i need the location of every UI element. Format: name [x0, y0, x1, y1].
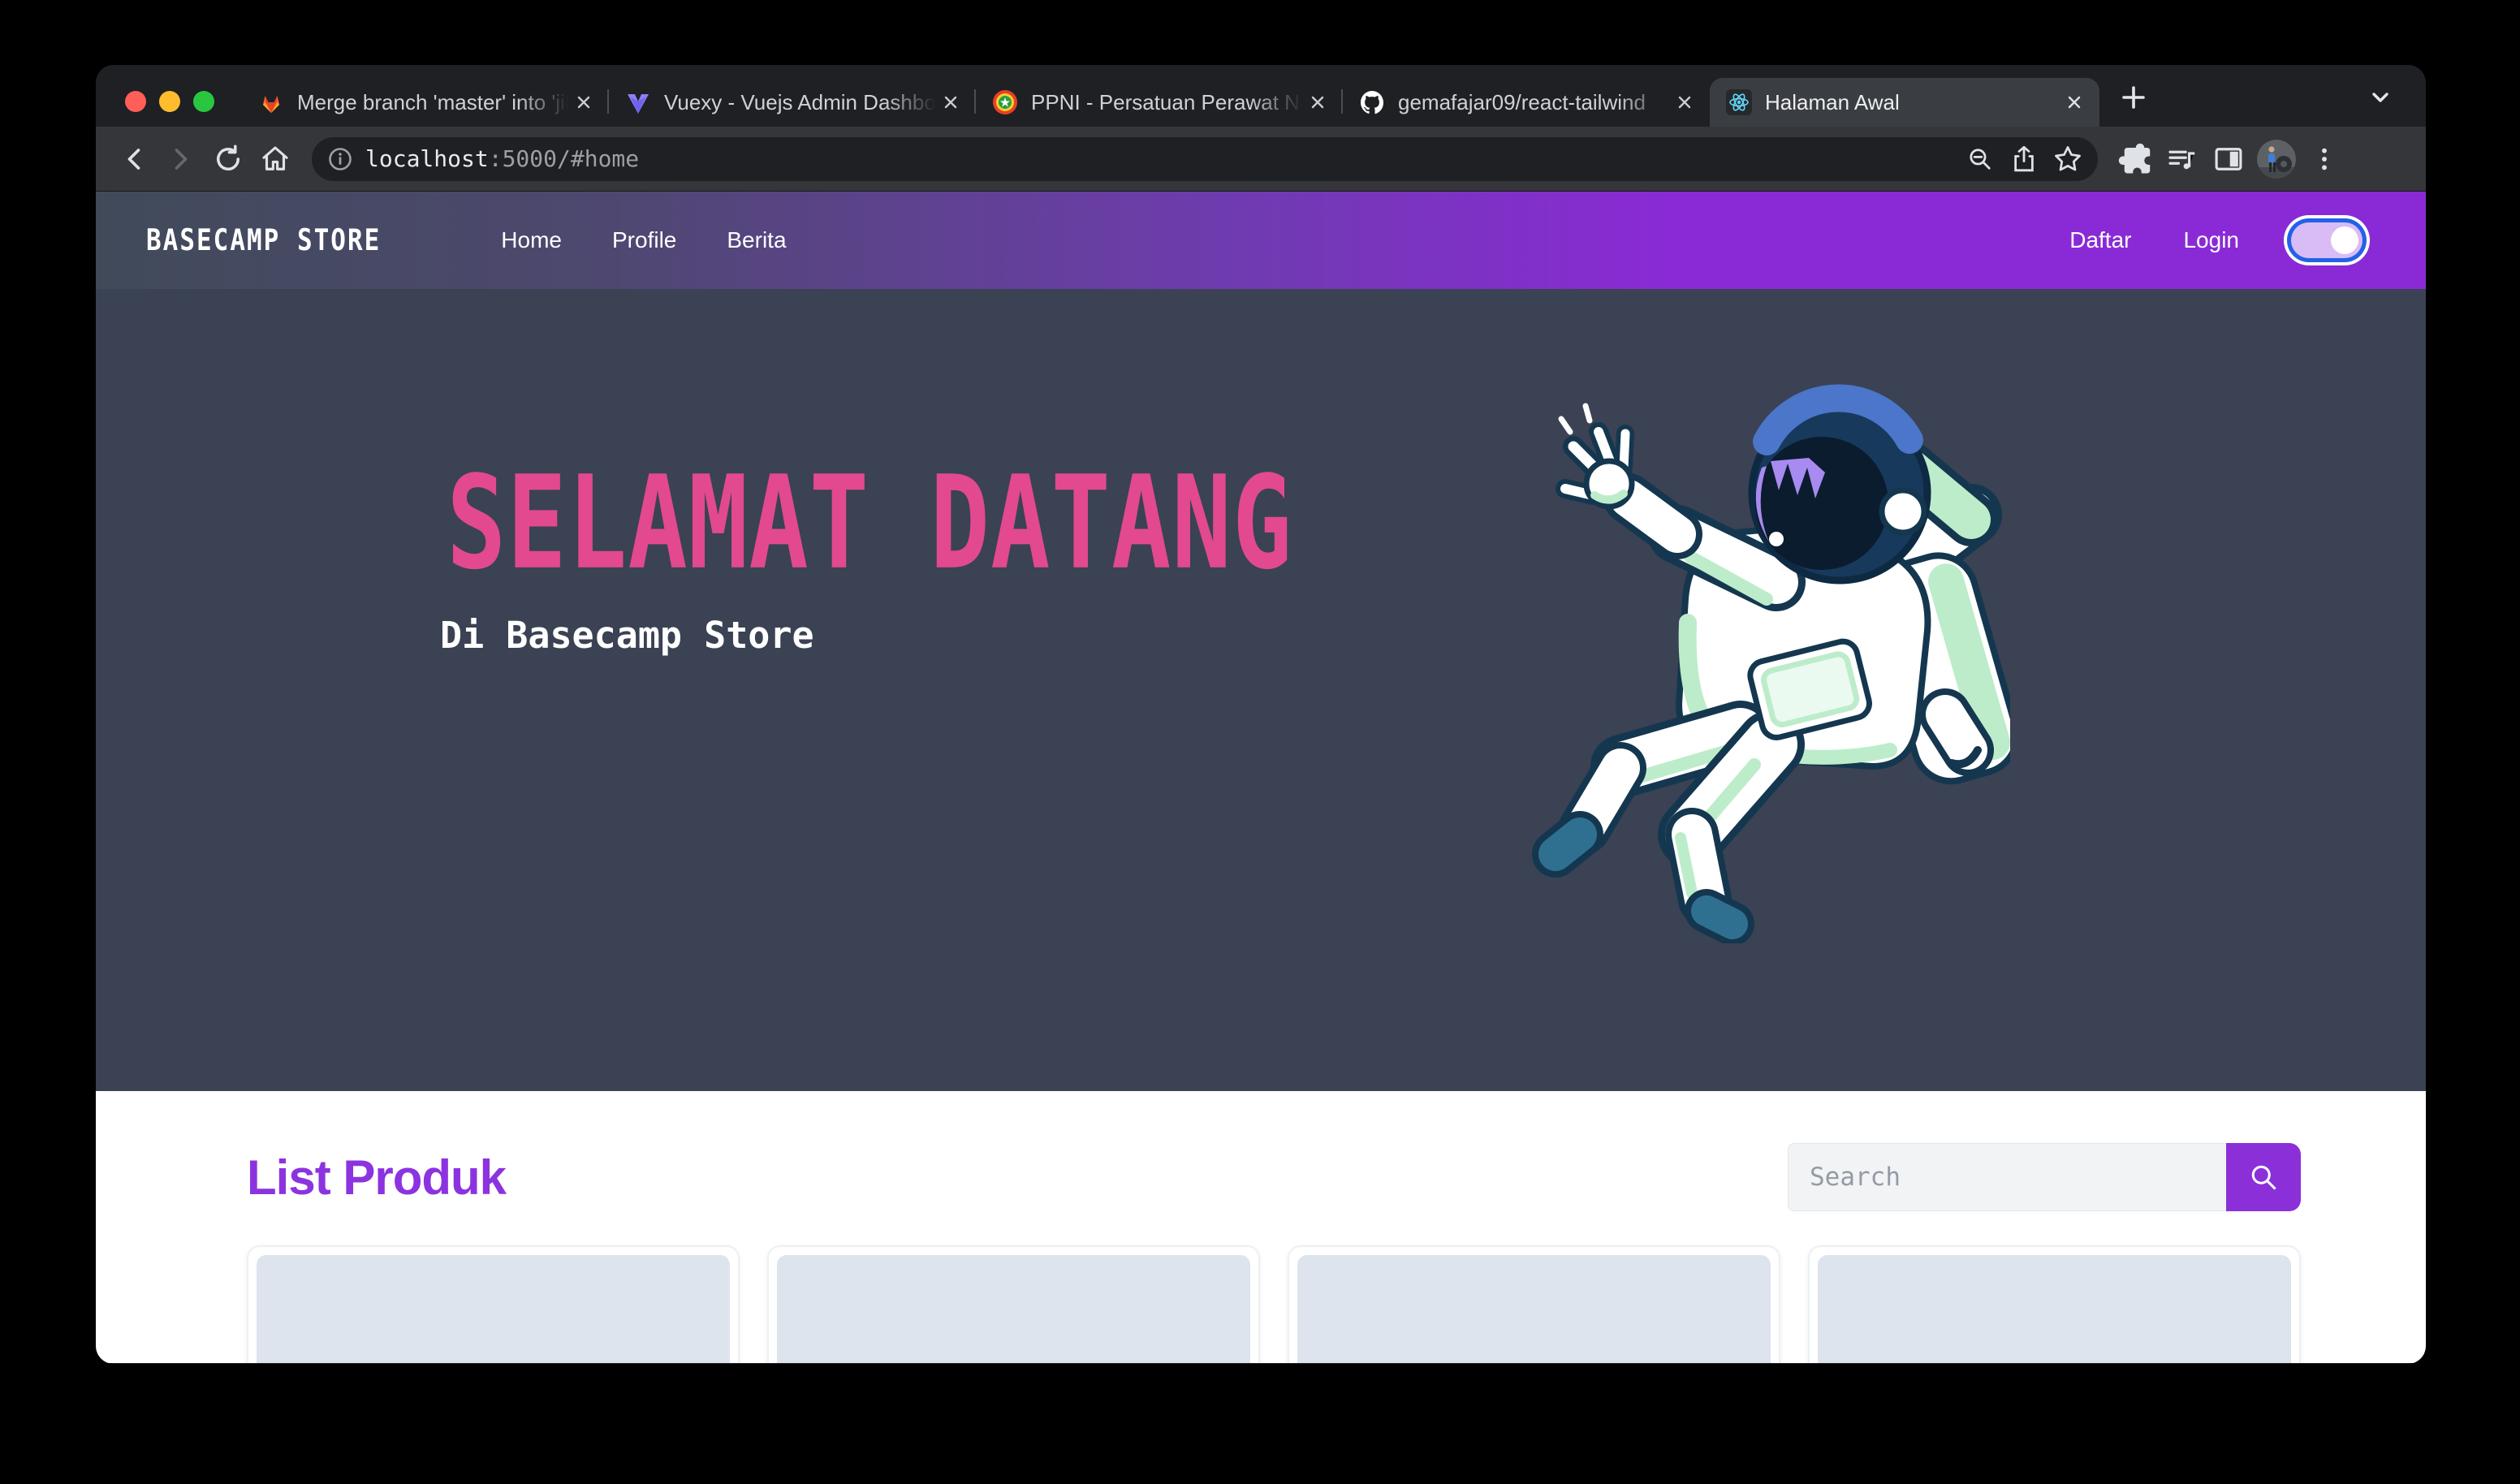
nav-item-login[interactable]: Login — [2183, 227, 2239, 253]
share-icon[interactable] — [2002, 137, 2046, 181]
side-panel-icon[interactable] — [2205, 136, 2252, 183]
url-path: :5000/#home — [489, 145, 639, 172]
astronaut-illustration — [1523, 383, 2010, 943]
ppni-icon — [992, 89, 1018, 115]
tab-title: Halaman Awal — [1765, 90, 2062, 115]
react-icon — [1726, 89, 1752, 115]
product-card[interactable] — [247, 1245, 740, 1363]
playlist-music-icon[interactable] — [2158, 136, 2205, 183]
search-icon — [2247, 1161, 2280, 1193]
nav-links: Home Profile Berita — [501, 227, 786, 253]
tab-gitlab[interactable]: Merge branch 'master' into 'jiha — [242, 78, 609, 127]
tab-close-icon[interactable] — [2062, 90, 2086, 114]
theme-toggle-switch[interactable] — [2291, 222, 2362, 258]
tab-close-icon[interactable] — [939, 90, 963, 114]
browser-window: Merge branch 'master' into 'jiha Vuexy -… — [96, 65, 2426, 1364]
tab-title: Merge branch 'master' into 'jiha — [297, 90, 572, 115]
url-host: localhost — [365, 145, 489, 172]
zoom-out-icon[interactable] — [1958, 137, 2002, 181]
tab-halaman-awal[interactable]: Halaman Awal — [1710, 78, 2099, 127]
forward-icon[interactable] — [158, 136, 205, 183]
tab-strip: Merge branch 'master' into 'jiha Vuexy -… — [96, 65, 2426, 127]
back-icon[interactable] — [110, 136, 158, 183]
brand-logo[interactable]: BASECAMP STORE — [146, 223, 381, 257]
product-card[interactable] — [1808, 1245, 2301, 1363]
product-image-placeholder — [257, 1255, 730, 1363]
github-icon — [1359, 89, 1385, 115]
search-button[interactable] — [2226, 1143, 2301, 1211]
tab-close-icon[interactable] — [1672, 90, 1697, 114]
url-text[interactable]: localhost:5000/#home — [365, 145, 1958, 172]
product-image-placeholder — [777, 1255, 1250, 1363]
gitlab-icon — [258, 89, 284, 115]
nav-item-profile[interactable]: Profile — [612, 227, 676, 253]
products-section: List Produk — [96, 1091, 2426, 1363]
bookmark-star-icon[interactable] — [2046, 137, 2090, 181]
search-bar — [1788, 1143, 2301, 1211]
tab-title: PPNI - Persatuan Perawat Nasi — [1031, 90, 1305, 115]
new-tab-button[interactable] — [2111, 75, 2156, 120]
product-card[interactable] — [767, 1245, 1260, 1363]
window-controls — [125, 91, 214, 112]
tab-github[interactable]: gemafajar09/react-tailwind — [1343, 78, 1710, 127]
hero-title: SELAMAT DATANG — [447, 448, 1292, 598]
nav-item-berita[interactable]: Berita — [727, 227, 786, 253]
tab-search-chevron-icon[interactable] — [2358, 75, 2403, 120]
tab-vuexy[interactable]: Vuexy - Vuejs Admin Dashboar — [609, 78, 976, 127]
zoom-window-button[interactable] — [193, 91, 214, 112]
vuexy-icon — [625, 89, 651, 115]
products-heading: List Produk — [247, 1150, 506, 1206]
web-page: BASECAMP STORE Home Profile Berita Dafta… — [96, 192, 2426, 1363]
site-navbar: BASECAMP STORE Home Profile Berita Dafta… — [96, 192, 2426, 289]
minimize-window-button[interactable] — [159, 91, 180, 112]
product-image-placeholder — [1818, 1255, 2291, 1363]
product-image-placeholder — [1297, 1255, 1771, 1363]
search-input[interactable] — [1788, 1143, 2226, 1211]
tab-title: Vuexy - Vuejs Admin Dashboar — [664, 90, 939, 115]
nav-item-home[interactable]: Home — [501, 227, 562, 253]
profile-avatar[interactable] — [2257, 140, 2296, 179]
browser-menu-kebab-icon[interactable] — [2301, 136, 2348, 183]
tab-close-icon[interactable] — [572, 90, 596, 114]
address-bar[interactable]: localhost:5000/#home — [312, 137, 2098, 181]
nav-actions: Daftar Login — [2069, 222, 2362, 258]
product-card-grid — [247, 1245, 2301, 1363]
tab-close-icon[interactable] — [1305, 90, 1330, 114]
extensions-puzzle-icon[interactable] — [2111, 136, 2158, 183]
home-icon[interactable] — [252, 136, 299, 183]
products-header: List Produk — [247, 1143, 2301, 1211]
reload-icon[interactable] — [205, 136, 252, 183]
browser-toolbar: localhost:5000/#home — [96, 127, 2426, 192]
close-window-button[interactable] — [125, 91, 146, 112]
site-info-icon[interactable] — [326, 145, 354, 173]
tab-title: gemafajar09/react-tailwind — [1398, 90, 1672, 115]
tab-ppni[interactable]: PPNI - Persatuan Perawat Nasi — [976, 78, 1343, 127]
nav-item-daftar[interactable]: Daftar — [2069, 227, 2131, 253]
product-card[interactable] — [1288, 1245, 1780, 1363]
toggle-knob — [2331, 226, 2358, 254]
hero-section: SELAMAT DATANG Di Basecamp Store — [96, 289, 2426, 1091]
hero-subtitle: Di Basecamp Store — [440, 614, 814, 657]
